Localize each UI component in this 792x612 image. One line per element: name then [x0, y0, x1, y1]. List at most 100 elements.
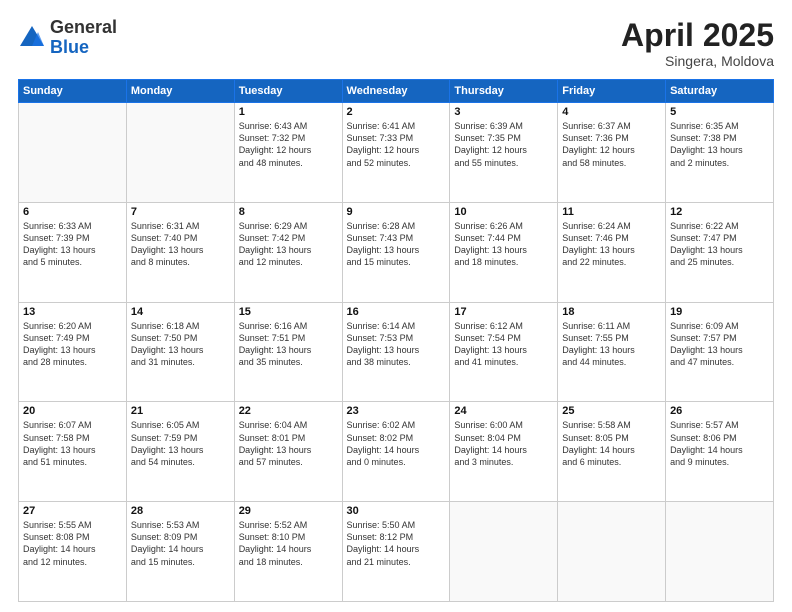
table-row: 20 Sunrise: 6:07 AM Sunset: 7:58 PM Dayli…	[19, 402, 127, 502]
logo: General Blue	[18, 18, 117, 58]
day-info: Sunrise: 6:33 AM Sunset: 7:39 PM Dayligh…	[23, 220, 122, 269]
table-row: 10 Sunrise: 6:26 AM Sunset: 7:44 PM Dayli…	[450, 202, 558, 302]
day-number: 7	[131, 206, 230, 218]
day-info: Sunrise: 6:24 AM Sunset: 7:46 PM Dayligh…	[562, 220, 661, 269]
table-row: 6 Sunrise: 6:33 AM Sunset: 7:39 PM Daylig…	[19, 202, 127, 302]
table-row: 24 Sunrise: 6:00 AM Sunset: 8:04 PM Dayli…	[450, 402, 558, 502]
table-row	[19, 103, 127, 203]
calendar-week-row: 20 Sunrise: 6:07 AM Sunset: 7:58 PM Dayli…	[19, 402, 774, 502]
table-row: 22 Sunrise: 6:04 AM Sunset: 8:01 PM Dayli…	[234, 402, 342, 502]
table-row: 21 Sunrise: 6:05 AM Sunset: 7:59 PM Dayli…	[126, 402, 234, 502]
day-info: Sunrise: 5:58 AM Sunset: 8:05 PM Dayligh…	[562, 419, 661, 468]
table-row: 28 Sunrise: 5:53 AM Sunset: 8:09 PM Dayli…	[126, 502, 234, 602]
day-number: 19	[670, 306, 769, 318]
table-row: 30 Sunrise: 5:50 AM Sunset: 8:12 PM Dayli…	[342, 502, 450, 602]
table-row: 11 Sunrise: 6:24 AM Sunset: 7:46 PM Dayli…	[558, 202, 666, 302]
day-number: 18	[562, 306, 661, 318]
table-row: 26Sunrise: 5:57 AM Sunset: 8:06 PM Dayli…	[666, 402, 774, 502]
day-info: Sunrise: 6:02 AM Sunset: 8:02 PM Dayligh…	[347, 419, 446, 468]
table-row: 8 Sunrise: 6:29 AM Sunset: 7:42 PM Daylig…	[234, 202, 342, 302]
logo-general-label: General	[50, 18, 117, 38]
day-info: Sunrise: 6:41 AM Sunset: 7:33 PM Dayligh…	[347, 120, 446, 169]
calendar-week-row: 27Sunrise: 5:55 AM Sunset: 8:08 PM Dayli…	[19, 502, 774, 602]
day-number: 30	[347, 505, 446, 517]
day-info: Sunrise: 6:37 AM Sunset: 7:36 PM Dayligh…	[562, 120, 661, 169]
day-number: 15	[239, 306, 338, 318]
col-sunday: Sunday	[19, 80, 127, 103]
day-info: Sunrise: 6:16 AM Sunset: 7:51 PM Dayligh…	[239, 320, 338, 369]
day-info: Sunrise: 6:26 AM Sunset: 7:44 PM Dayligh…	[454, 220, 553, 269]
day-info: Sunrise: 6:22 AM Sunset: 7:47 PM Dayligh…	[670, 220, 769, 269]
day-info: Sunrise: 6:28 AM Sunset: 7:43 PM Dayligh…	[347, 220, 446, 269]
table-row: 18 Sunrise: 6:11 AM Sunset: 7:55 PM Dayli…	[558, 302, 666, 402]
table-row: 2 Sunrise: 6:41 AM Sunset: 7:33 PM Daylig…	[342, 103, 450, 203]
day-number: 13	[23, 306, 122, 318]
day-number: 23	[347, 405, 446, 417]
month-title: April 2025	[621, 18, 774, 53]
table-row: 3 Sunrise: 6:39 AM Sunset: 7:35 PM Daylig…	[450, 103, 558, 203]
calendar-table: Sunday Monday Tuesday Wednesday Thursday…	[18, 79, 774, 602]
day-info: Sunrise: 6:11 AM Sunset: 7:55 PM Dayligh…	[562, 320, 661, 369]
day-info: Sunrise: 5:50 AM Sunset: 8:12 PM Dayligh…	[347, 519, 446, 568]
day-number: 10	[454, 206, 553, 218]
day-info: Sunrise: 6:07 AM Sunset: 7:58 PM Dayligh…	[23, 419, 122, 468]
day-info: Sunrise: 6:05 AM Sunset: 7:59 PM Dayligh…	[131, 419, 230, 468]
day-info: Sunrise: 6:35 AM Sunset: 7:38 PM Dayligh…	[670, 120, 769, 169]
table-row: 25 Sunrise: 5:58 AM Sunset: 8:05 PM Dayli…	[558, 402, 666, 502]
day-info: Sunrise: 6:29 AM Sunset: 7:42 PM Dayligh…	[239, 220, 338, 269]
table-row: 4 Sunrise: 6:37 AM Sunset: 7:36 PM Daylig…	[558, 103, 666, 203]
day-info: Sunrise: 6:00 AM Sunset: 8:04 PM Dayligh…	[454, 419, 553, 468]
day-number: 24	[454, 405, 553, 417]
table-row: 15 Sunrise: 6:16 AM Sunset: 7:51 PM Dayli…	[234, 302, 342, 402]
calendar-header-row: Sunday Monday Tuesday Wednesday Thursday…	[19, 80, 774, 103]
day-number: 2	[347, 106, 446, 118]
table-row: 13 Sunrise: 6:20 AM Sunset: 7:49 PM Dayli…	[19, 302, 127, 402]
logo-blue-label: Blue	[50, 38, 117, 58]
table-row: 7 Sunrise: 6:31 AM Sunset: 7:40 PM Daylig…	[126, 202, 234, 302]
day-number: 28	[131, 505, 230, 517]
day-info: Sunrise: 6:04 AM Sunset: 8:01 PM Dayligh…	[239, 419, 338, 468]
day-number: 4	[562, 106, 661, 118]
day-number: 14	[131, 306, 230, 318]
day-number: 20	[23, 405, 122, 417]
day-number: 5	[670, 106, 769, 118]
day-number: 9	[347, 206, 446, 218]
day-info: Sunrise: 5:53 AM Sunset: 8:09 PM Dayligh…	[131, 519, 230, 568]
table-row: 27Sunrise: 5:55 AM Sunset: 8:08 PM Dayli…	[19, 502, 127, 602]
day-info: Sunrise: 6:20 AM Sunset: 7:49 PM Dayligh…	[23, 320, 122, 369]
logo-text: General Blue	[50, 18, 117, 58]
day-info: Sunrise: 5:55 AM Sunset: 8:08 PM Dayligh…	[23, 519, 122, 568]
table-row: 5 Sunrise: 6:35 AM Sunset: 7:38 PM Daylig…	[666, 103, 774, 203]
col-wednesday: Wednesday	[342, 80, 450, 103]
day-number: 11	[562, 206, 661, 218]
day-number: 8	[239, 206, 338, 218]
location-subtitle: Singera, Moldova	[621, 53, 774, 69]
table-row: 23 Sunrise: 6:02 AM Sunset: 8:02 PM Dayli…	[342, 402, 450, 502]
calendar-week-row: 6 Sunrise: 6:33 AM Sunset: 7:39 PM Daylig…	[19, 202, 774, 302]
table-row: 14Sunrise: 6:18 AM Sunset: 7:50 PM Dayli…	[126, 302, 234, 402]
day-number: 12	[670, 206, 769, 218]
day-info: Sunrise: 6:09 AM Sunset: 7:57 PM Dayligh…	[670, 320, 769, 369]
day-info: Sunrise: 6:31 AM Sunset: 7:40 PM Dayligh…	[131, 220, 230, 269]
day-number: 1	[239, 106, 338, 118]
table-row: 16Sunrise: 6:14 AM Sunset: 7:53 PM Dayli…	[342, 302, 450, 402]
day-number: 6	[23, 206, 122, 218]
day-number: 21	[131, 405, 230, 417]
day-number: 22	[239, 405, 338, 417]
table-row	[126, 103, 234, 203]
day-number: 26	[670, 405, 769, 417]
col-tuesday: Tuesday	[234, 80, 342, 103]
col-monday: Monday	[126, 80, 234, 103]
calendar-week-row: 1Sunrise: 6:43 AM Sunset: 7:32 PM Daylig…	[19, 103, 774, 203]
table-row: 29 Sunrise: 5:52 AM Sunset: 8:10 PM Dayli…	[234, 502, 342, 602]
table-row: 9 Sunrise: 6:28 AM Sunset: 7:43 PM Daylig…	[342, 202, 450, 302]
calendar-week-row: 13 Sunrise: 6:20 AM Sunset: 7:49 PM Dayli…	[19, 302, 774, 402]
table-row: 1Sunrise: 6:43 AM Sunset: 7:32 PM Daylig…	[234, 103, 342, 203]
day-number: 29	[239, 505, 338, 517]
day-info: Sunrise: 5:52 AM Sunset: 8:10 PM Dayligh…	[239, 519, 338, 568]
col-saturday: Saturday	[666, 80, 774, 103]
day-number: 25	[562, 405, 661, 417]
day-info: Sunrise: 6:39 AM Sunset: 7:35 PM Dayligh…	[454, 120, 553, 169]
day-number: 17	[454, 306, 553, 318]
day-number: 3	[454, 106, 553, 118]
